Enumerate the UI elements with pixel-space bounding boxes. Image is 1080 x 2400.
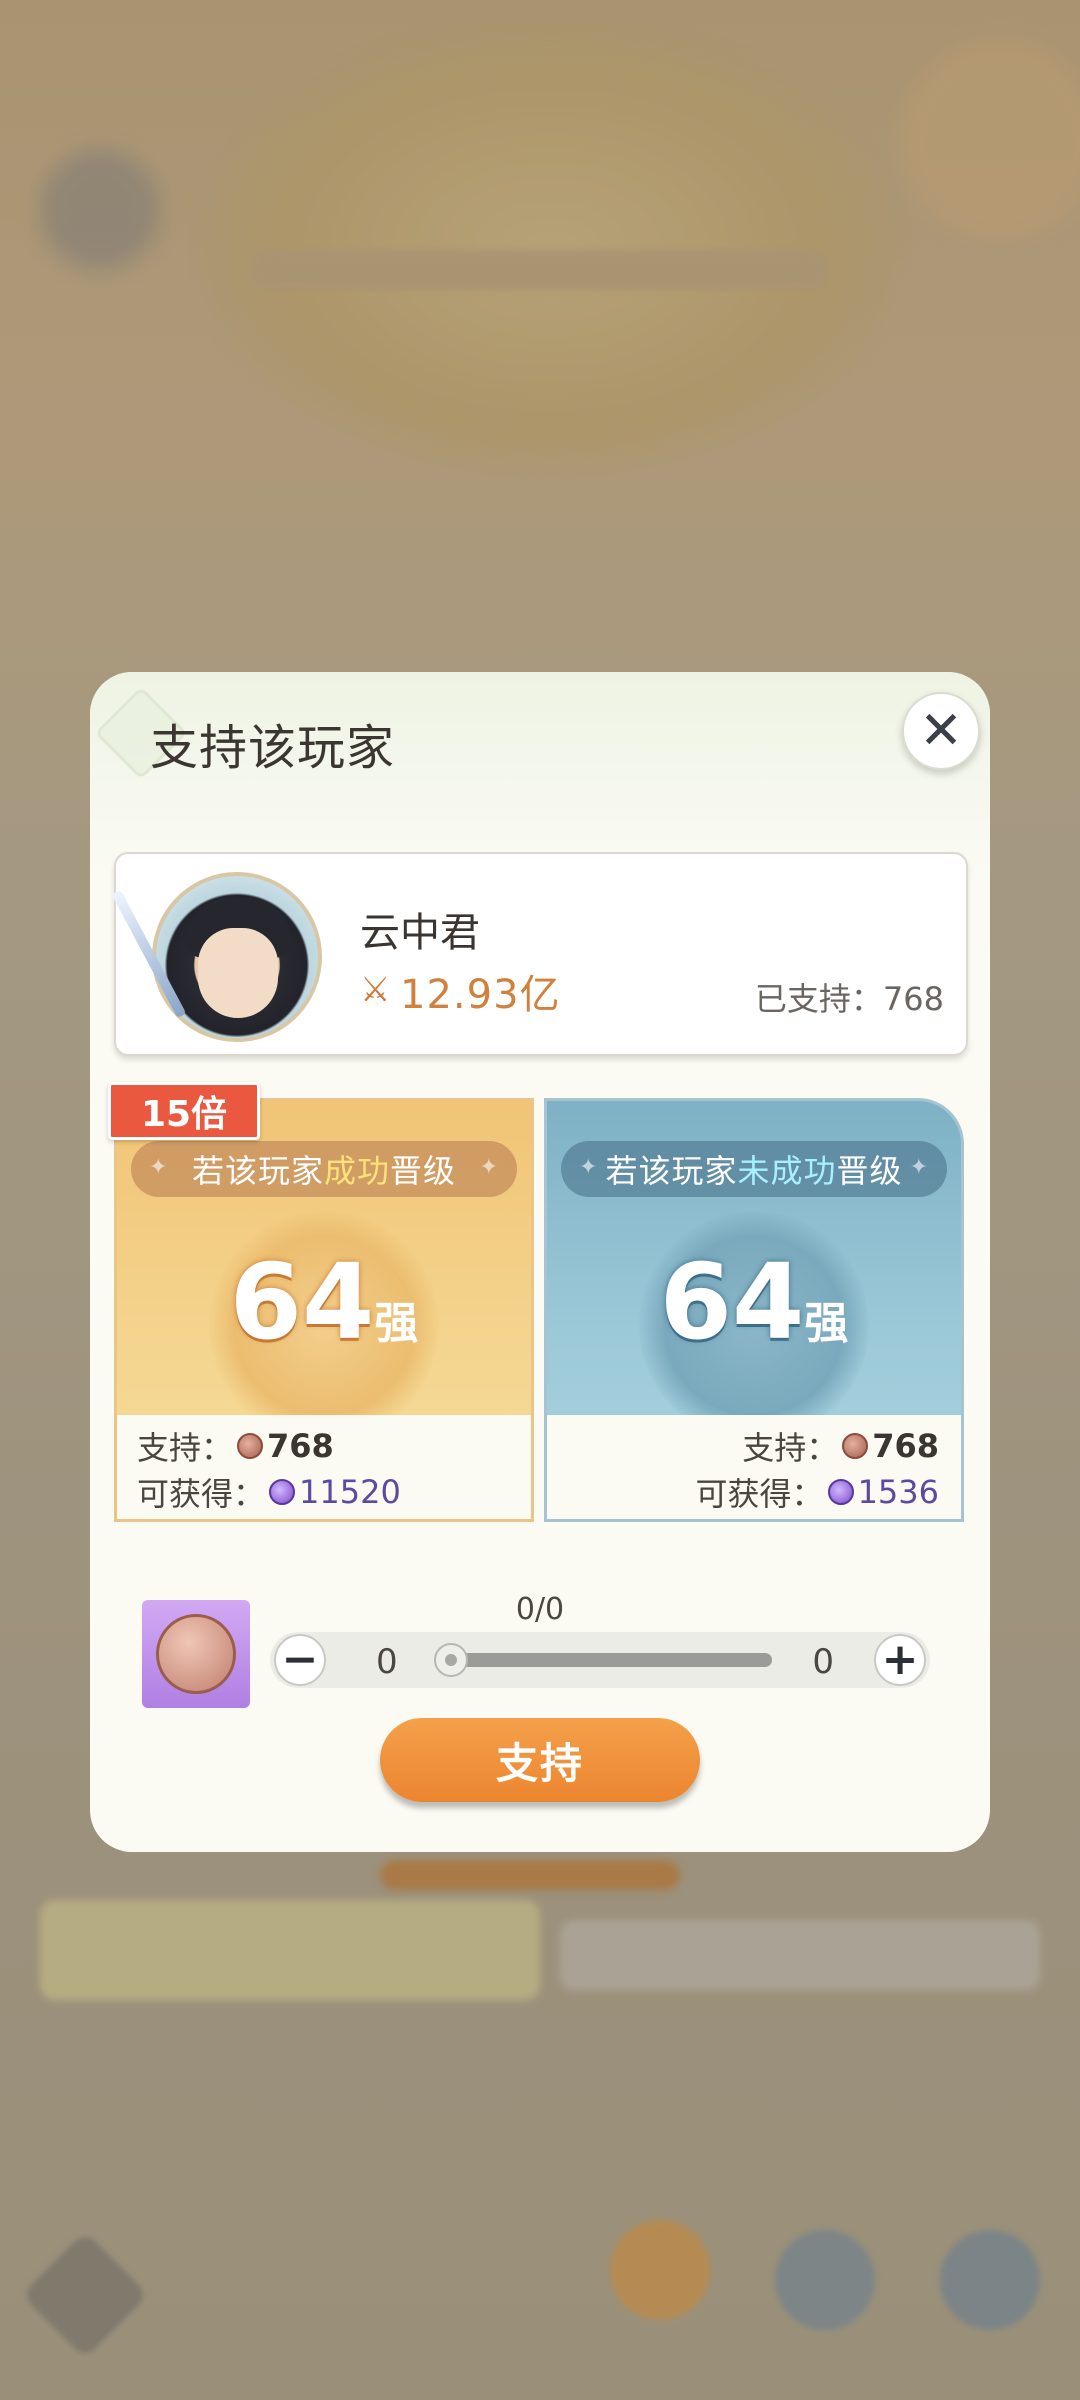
dialog-title: 支持该玩家 bbox=[150, 720, 396, 776]
lose-info: 支持： 768 可获得： 1536 bbox=[547, 1415, 961, 1519]
win-info: 支持： 768 可获得： 11520 bbox=[117, 1415, 531, 1519]
lose-condition-pill: ✦ 若该玩家 未成功 晋级 ✦ bbox=[561, 1141, 947, 1197]
coin-icon bbox=[237, 1433, 264, 1459]
support-player-dialog: 支持该玩家 ✕ 云中君 ⚔ 12.93亿 已支持：768 ✦ 若该玩家 成功 晋级 … bbox=[90, 672, 990, 1852]
support-button[interactable]: 支持 bbox=[380, 1718, 700, 1802]
win-support-row: 支持： 768 bbox=[137, 1427, 334, 1467]
quantity-stepper: − 0 0 + bbox=[270, 1632, 930, 1688]
gem-icon bbox=[269, 1479, 296, 1505]
power-swords-icon: ⚔ bbox=[360, 970, 391, 1010]
minus-button[interactable]: − bbox=[274, 1634, 326, 1686]
win-outcome-card: ✦ 若该玩家 成功 晋级 ✦ 64强 支持： 768 可获得： 11520 bbox=[114, 1098, 534, 1522]
win-reward-row: 可获得： 11520 bbox=[137, 1473, 401, 1513]
lose-outcome-card: ✦ 若该玩家 未成功 晋级 ✦ 64强 支持： 768 可获得： 1536 bbox=[544, 1098, 964, 1522]
multiplier-badge: 15倍 bbox=[108, 1082, 260, 1140]
win-rank: 64强 bbox=[229, 1241, 419, 1363]
win-condition-pill: ✦ 若该玩家 成功 晋级 ✦ bbox=[131, 1141, 517, 1197]
quantity-value: 0 bbox=[376, 1642, 398, 1682]
gem-icon bbox=[827, 1479, 854, 1505]
lose-reward-row: 可获得： 1536 bbox=[695, 1473, 939, 1513]
lose-support-row: 支持： 768 bbox=[742, 1427, 939, 1467]
close-icon: ✕ bbox=[919, 701, 963, 761]
supported-count: 已支持：768 bbox=[754, 980, 944, 1018]
player-name: 云中君 bbox=[360, 910, 480, 956]
quantity-slider-handle[interactable] bbox=[434, 1643, 468, 1677]
close-button[interactable]: ✕ bbox=[902, 692, 980, 770]
quantity-slider-track[interactable] bbox=[450, 1653, 772, 1667]
support-coin-item-icon bbox=[142, 1600, 250, 1708]
lose-rank: 64强 bbox=[659, 1241, 849, 1363]
coin-icon bbox=[842, 1433, 869, 1459]
player-card: 云中君 ⚔ 12.93亿 已支持：768 bbox=[111, 852, 968, 1056]
plus-button[interactable]: + bbox=[874, 1634, 926, 1686]
quantity-max: 0 bbox=[812, 1642, 834, 1682]
player-power: 12.93亿 bbox=[400, 972, 561, 1018]
